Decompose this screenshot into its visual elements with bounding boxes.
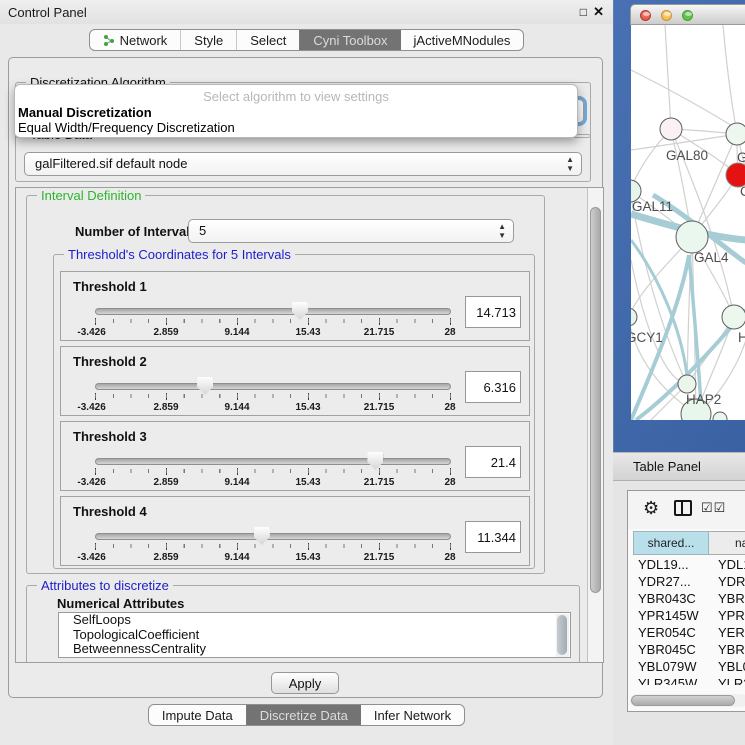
numerical-attributes-label: Numerical Attributes	[57, 596, 184, 611]
list-scrollbar[interactable]	[556, 614, 569, 657]
vertical-scrollbar[interactable]	[587, 188, 603, 662]
number-of-intervals-combo[interactable]: 5 ▲▼	[188, 219, 514, 243]
threshold-2-panel: Threshold 2 -3.426 2.859 9.144 15.43 21.…	[60, 346, 530, 416]
threshold-4-slider[interactable]	[95, 533, 451, 540]
table-row[interactable]: YPR145WYPR1	[633, 608, 745, 625]
close-traffic-light[interactable]	[640, 10, 651, 21]
threshold-4-panel: Threshold 4 -3.426 2.859 9.144 15.43 21.…	[60, 496, 530, 566]
network-window-titlebar[interactable]	[630, 4, 745, 25]
table-row[interactable]: YBL079WYBL0	[633, 659, 745, 676]
table-panel-titlebar: Table Panel	[613, 452, 745, 481]
threshold-4-value-field[interactable]	[465, 521, 521, 553]
table-row[interactable]: YBR045CYBR0	[633, 642, 745, 659]
list-item[interactable]: SelfLoops	[59, 613, 570, 628]
popup-option-equal-width[interactable]: Equal Width/Frequency Discretization	[18, 120, 235, 135]
tab-style[interactable]: Style	[180, 30, 236, 50]
network-icon	[103, 34, 115, 47]
node-label-gal11: GAL11	[632, 199, 673, 214]
network-graph: GAL80 GA C GAL11 GAL4 GCY1 H HAP2	[631, 25, 745, 420]
tab-jactivemnodules[interactable]: jActiveMNodules	[401, 30, 524, 50]
table-panel-body: ⚙ ☑☑ shared... na YDL19...YDL1 YDR27...Y…	[627, 490, 745, 712]
tab-discretize-data[interactable]: Discretize Data	[246, 705, 361, 725]
table-data-group: Table Data galFiltered.sif default node …	[15, 134, 591, 182]
tab-impute-data[interactable]: Impute Data	[149, 705, 246, 725]
column-header-shared[interactable]: shared...	[633, 531, 709, 555]
scrollbar-thumb[interactable]	[590, 207, 601, 593]
node-label-ga: GA	[737, 150, 745, 165]
table-row[interactable]: YDL19...YDL1	[633, 557, 745, 574]
tab-cyni-toolbox[interactable]: Cyni Toolbox	[299, 30, 400, 50]
attributes-group-title: Attributes to discretize	[37, 578, 173, 593]
thresholds-group-title: Threshold's Coordinates for 5 Intervals	[64, 247, 295, 262]
table-header-row: shared... na	[633, 531, 745, 555]
number-of-intervals-label: Number of Intervals	[75, 224, 197, 239]
tab-infer-network[interactable]: Infer Network	[361, 705, 464, 725]
panel-title: Control Panel	[8, 5, 87, 20]
close-icon[interactable]: ✕	[593, 5, 604, 19]
node-label-gcy1: GCY1	[631, 330, 663, 345]
tab-network[interactable]: Network	[90, 30, 181, 50]
desktop-blue-background: GAL80 GA C GAL11 GAL4 GCY1 H HAP2	[613, 0, 745, 452]
checkbox-columns-icon[interactable]: ☑☑	[701, 500, 726, 516]
threshold-3-slider[interactable]	[95, 458, 451, 465]
network-view-canvas[interactable]: GAL80 GA C GAL11 GAL4 GCY1 H HAP2	[631, 25, 745, 420]
popup-prompt: Select algorithm to view settings	[15, 89, 577, 104]
numerical-attributes-list[interactable]: SelfLoops TopologicalCoefficient Between…	[58, 612, 571, 658]
threshold-2-slider[interactable]	[95, 383, 451, 390]
node-label-c: C	[740, 184, 745, 199]
threshold-1-slider[interactable]	[95, 308, 451, 315]
top-tab-bar: Network Style Select Cyni Toolbox jActiv…	[0, 29, 613, 51]
scrollbar-thumb[interactable]	[631, 695, 735, 706]
right-panel: GAL80 GA C GAL11 GAL4 GCY1 H HAP2 Table …	[613, 0, 745, 745]
screenshot-root: Control Panel □ ✕ Network Style Select	[0, 0, 745, 745]
minimize-traffic-light[interactable]	[661, 10, 672, 21]
stepper-icon: ▲▼	[566, 155, 574, 173]
list-item[interactable]: TopologicalCoefficient	[59, 628, 570, 643]
thresholds-group: Threshold's Coordinates for 5 Intervals …	[53, 254, 535, 569]
horizontal-scrollbar[interactable]	[630, 694, 745, 707]
node-label-h: H	[738, 330, 745, 345]
stepper-icon: ▲▼	[498, 222, 506, 240]
node-label-gal4: GAL4	[694, 250, 729, 265]
tab-select[interactable]: Select	[236, 30, 299, 50]
node-label-hap2: HAP2	[686, 392, 721, 407]
table-data-combo[interactable]: galFiltered.sif default node ▲▼	[24, 152, 582, 176]
node-label-gal80: GAL80	[666, 148, 708, 163]
gear-icon[interactable]: ⚙	[643, 498, 659, 518]
threshold-1-value-field[interactable]	[465, 296, 521, 328]
table-row[interactable]: YER054CYER0	[633, 625, 745, 642]
threshold-1-panel: Threshold 1 -3.426 2.859 9.144 15.43 21.…	[60, 271, 530, 341]
popup-option-manual[interactable]: Manual Discretization	[18, 105, 152, 120]
threshold-2-value-field[interactable]	[465, 371, 521, 403]
float-icon[interactable]: □	[580, 5, 587, 19]
interval-definition-title: Interval Definition	[37, 188, 145, 203]
interval-definition-group: Interval Definition Number of Intervals …	[26, 195, 545, 574]
table-row[interactable]: YDR27...YDR2	[633, 574, 745, 591]
cyni-toolbox-panel: Discretization Algorithm ▲▼ Select algor…	[8, 57, 603, 698]
control-panel-titlebar: Control Panel □ ✕	[0, 0, 613, 24]
table-row[interactable]: YLR345WYLR3	[633, 676, 745, 685]
settings-scrollpane: Interval Definition Number of Intervals …	[15, 187, 604, 663]
list-scrollbar-thumb[interactable]	[557, 615, 567, 655]
control-panel-window: Control Panel □ ✕ Network Style Select	[0, 0, 613, 745]
threshold-3-value-field[interactable]	[465, 446, 521, 478]
bottom-tab-bar: Impute Data Discretize Data Infer Networ…	[0, 704, 613, 726]
table-rows: YDL19...YDL1 YDR27...YDR2 YBR043CYBR0 YP…	[633, 557, 745, 685]
zoom-traffic-light[interactable]	[682, 10, 693, 21]
threshold-3-panel: Threshold 3 -3.426 2.859 9.144 15.43 21.…	[60, 421, 530, 491]
list-item[interactable]: BetweennessCentrality	[59, 642, 570, 657]
table-panel-title: Table Panel	[633, 459, 701, 474]
attributes-group: Attributes to discretize Numerical Attri…	[26, 585, 580, 663]
column-header-name[interactable]: na	[709, 531, 745, 555]
split-columns-icon[interactable]	[674, 500, 692, 516]
table-toolbar: ⚙ ☑☑	[628, 491, 745, 529]
algorithm-dropdown-popup: Select algorithm to view settings Manual…	[14, 84, 578, 138]
table-row[interactable]: YBR043CYBR0	[633, 591, 745, 608]
apply-button[interactable]: Apply	[271, 672, 339, 694]
